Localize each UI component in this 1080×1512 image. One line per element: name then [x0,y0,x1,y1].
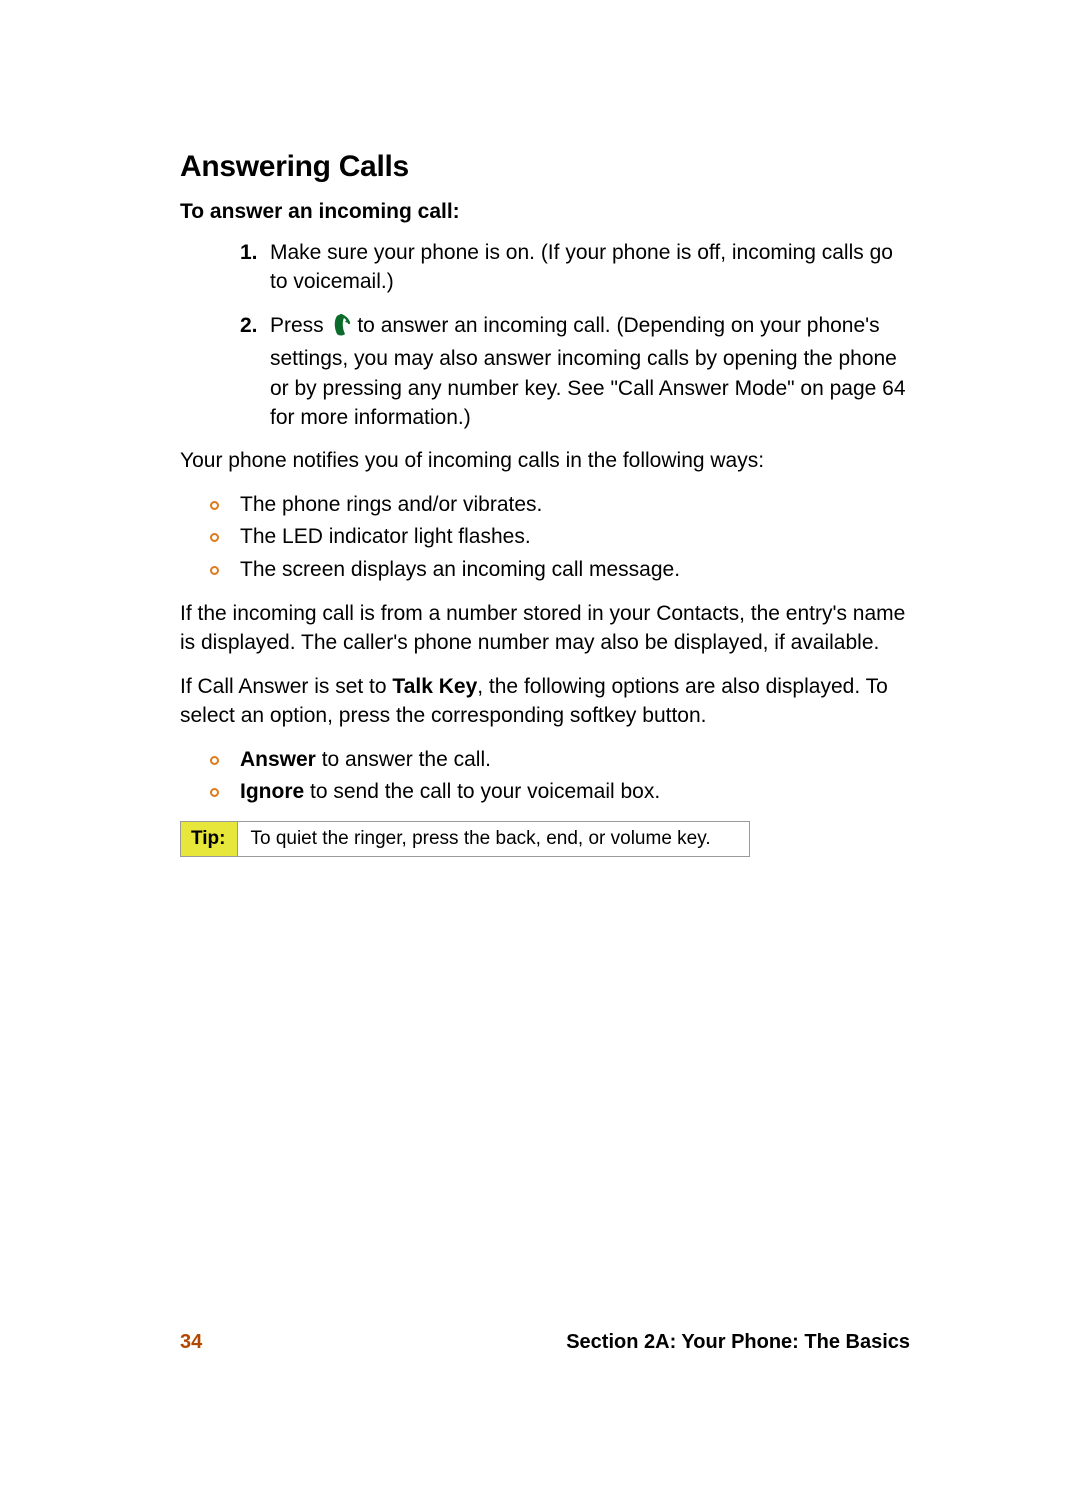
numbered-steps: 1. Make sure your phone is on. (If your … [180,238,910,432]
list-item: Answer to answer the call. [210,745,910,775]
talkkey-bold: Talk Key [392,675,477,698]
notify-list: The phone rings and/or vibrates. The LED… [180,490,910,585]
page-number: 34 [180,1331,202,1354]
bullet-icon [210,777,240,797]
list-item: The screen displays an incoming call mes… [210,555,910,585]
option-bold: Ignore [240,780,304,803]
option-rest: to answer the call. [316,748,491,771]
page-heading: Answering Calls [180,150,910,184]
tip-box: Tip: To quiet the ringer, press the back… [180,821,750,857]
step-text-post: to answer an incoming call. (Depending o… [270,314,906,429]
notify-intro: Your phone notifies you of incoming call… [180,446,910,475]
tip-label: Tip: [181,822,238,856]
contacts-paragraph: If the incoming call is from a number st… [180,599,910,658]
talkkey-paragraph: If Call Answer is set to Talk Key, the f… [180,672,910,731]
step-text: Make sure your phone is on. (If your pho… [270,238,910,297]
list-item-text: Answer to answer the call. [240,745,910,775]
option-bold: Answer [240,748,316,771]
step-marker: 2. [240,311,270,340]
step-marker: 1. [240,238,270,267]
section-subheading: To answer an incoming call: [180,200,910,224]
step-text: Press to answer an incoming call. (Depen… [270,311,910,433]
document-page: Answering Calls To answer an incoming ca… [0,0,1080,1512]
talkkey-pre: If Call Answer is set to [180,675,392,698]
step-item: 2. Press to answer an incoming call. (De… [240,311,910,433]
list-item-text: The phone rings and/or vibrates. [240,490,910,520]
bullet-icon [210,490,240,510]
bullet-icon [210,522,240,542]
list-item-text: Ignore to send the call to your voicemai… [240,777,910,807]
section-title: Section 2A: Your Phone: The Basics [566,1331,910,1354]
bullet-icon [210,555,240,575]
option-rest: to send the call to your voicemail box. [304,780,660,803]
step-text-pre: Press [270,314,330,337]
list-item-text: The screen displays an incoming call mes… [240,555,910,585]
step-item: 1. Make sure your phone is on. (If your … [240,238,910,297]
tip-text: To quiet the ringer, press the back, end… [238,822,722,856]
bullet-icon [210,745,240,765]
list-item: The LED indicator light flashes. [210,522,910,552]
list-item-text: The LED indicator light flashes. [240,522,910,552]
talk-key-icon [331,314,351,344]
list-item: The phone rings and/or vibrates. [210,490,910,520]
page-footer: 34 Section 2A: Your Phone: The Basics [180,1331,910,1354]
list-item: Ignore to send the call to your voicemai… [210,777,910,807]
options-list: Answer to answer the call. Ignore to sen… [180,745,910,808]
